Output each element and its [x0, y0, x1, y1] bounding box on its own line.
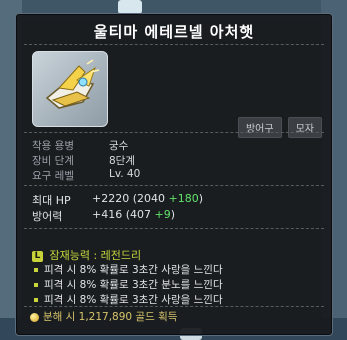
- item-tooltip: 울티마 에테르넬 아처햇 방어구 모자 착용 용병 궁수 장비 단계 8단계 요…: [15, 13, 333, 336]
- bullet-icon: [34, 268, 38, 272]
- divider: [24, 132, 324, 133]
- potential-header: L 잠재능력 : 레전드리: [32, 247, 141, 263]
- tag-armor: 방어구: [237, 117, 282, 138]
- info-row-tier: 장비 단계 8단계: [32, 155, 136, 167]
- potential-line: 피격 시 8% 확률로 3초간 사랑을 느낀다: [34, 292, 223, 307]
- legendary-badge-icon: L: [32, 250, 43, 262]
- divider: [24, 306, 324, 307]
- disassemble-info: 분해 시 1,217,890 골드 획득: [30, 309, 177, 324]
- divider: [24, 228, 324, 229]
- gold-coin-icon: [30, 312, 39, 322]
- divider: [24, 185, 324, 186]
- bullet-icon: [34, 298, 38, 302]
- item-category-tags: 방어구 모자: [237, 117, 322, 138]
- archer-hat-icon: [45, 59, 100, 109]
- bullet-icon: [34, 283, 38, 287]
- potential-grade: 잠재능력 : 레전드리: [49, 249, 142, 262]
- potential-line: 피격 시 8% 확률로 3초간 분노를 느낀다: [34, 277, 223, 292]
- divider: [24, 44, 324, 45]
- item-name: 울티마 에테르넬 아처햇: [93, 23, 255, 41]
- item-icon-frame: [32, 51, 108, 127]
- tag-hat: 모자: [287, 117, 322, 138]
- info-row-mercenary: 착용 용병 궁수: [32, 140, 129, 152]
- background-slot-item: [118, 0, 142, 14]
- stat-max-hp: 최대 HP +2220 (2040 +180): [32, 192, 204, 207]
- info-row-level: 요구 레벨 Lv. 40: [32, 168, 141, 182]
- stat-defense: 방어력 +416 (407 +9): [32, 208, 176, 223]
- potential-line: 피격 시 8% 확률로 3초간 사랑을 느낀다: [34, 262, 223, 277]
